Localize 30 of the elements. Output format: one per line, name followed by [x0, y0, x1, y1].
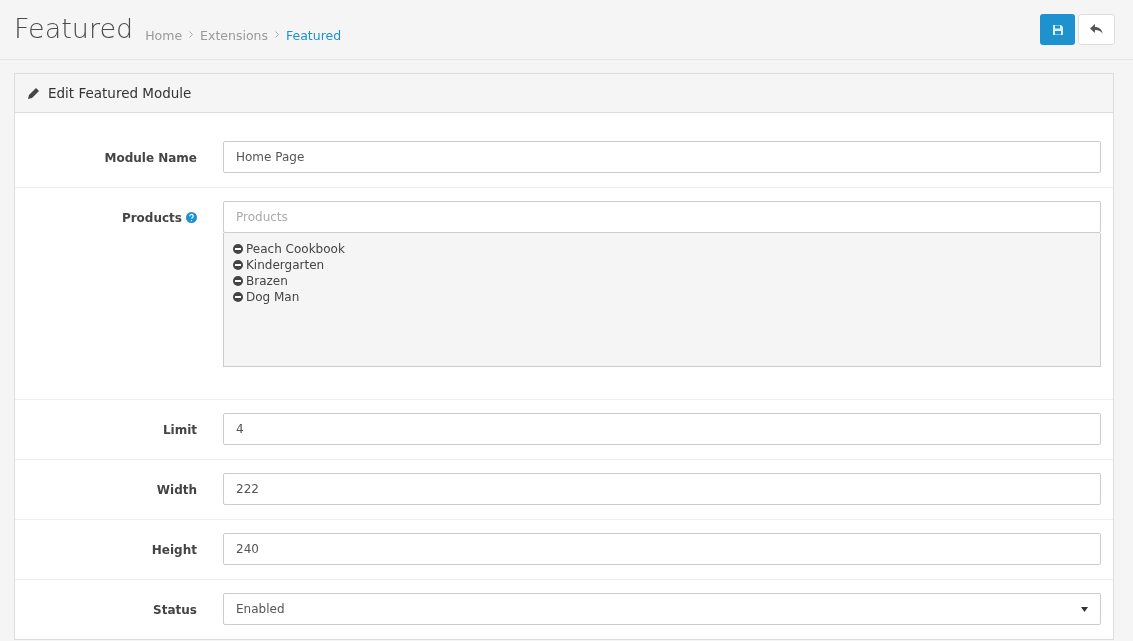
- status-select[interactable]: Enabled: [223, 593, 1101, 625]
- product-item: Kindergarten: [246, 257, 325, 274]
- text-input[interactable]: 4: [223, 413, 1101, 445]
- pencil-icon: [28, 87, 40, 99]
- reply-icon: [1090, 24, 1103, 35]
- remove-icon[interactable]: [233, 244, 243, 254]
- field-label: Products: [121, 210, 182, 227]
- chevron-icon: [189, 31, 194, 39]
- help-icon: [186, 212, 197, 223]
- text-input[interactable]: Home Page: [223, 141, 1101, 173]
- field-label: Status: [153, 602, 197, 619]
- panel-title: Edit Featured Module: [48, 83, 192, 103]
- product-item: Peach Cookbook: [246, 241, 345, 258]
- remove-icon[interactable]: [233, 260, 243, 270]
- text-input[interactable]: 240: [223, 533, 1101, 565]
- products-input[interactable]: Products: [223, 201, 1101, 233]
- product-item: Dog Man: [246, 289, 300, 306]
- chevron-icon: [275, 31, 279, 39]
- remove-icon[interactable]: [233, 292, 243, 302]
- field-label: Height: [151, 542, 197, 559]
- remove-icon[interactable]: [233, 276, 243, 286]
- product-item: Brazen: [246, 273, 288, 290]
- page-title: Featured: [14, 12, 134, 47]
- caret-icon: [1081, 606, 1088, 612]
- field-label: Limit: [162, 422, 197, 439]
- back-button[interactable]: [1078, 14, 1115, 45]
- text-input[interactable]: 222: [223, 473, 1101, 505]
- field-label: Width: [156, 482, 197, 499]
- save-icon: [1051, 23, 1064, 36]
- field-label: Module Name: [104, 150, 197, 167]
